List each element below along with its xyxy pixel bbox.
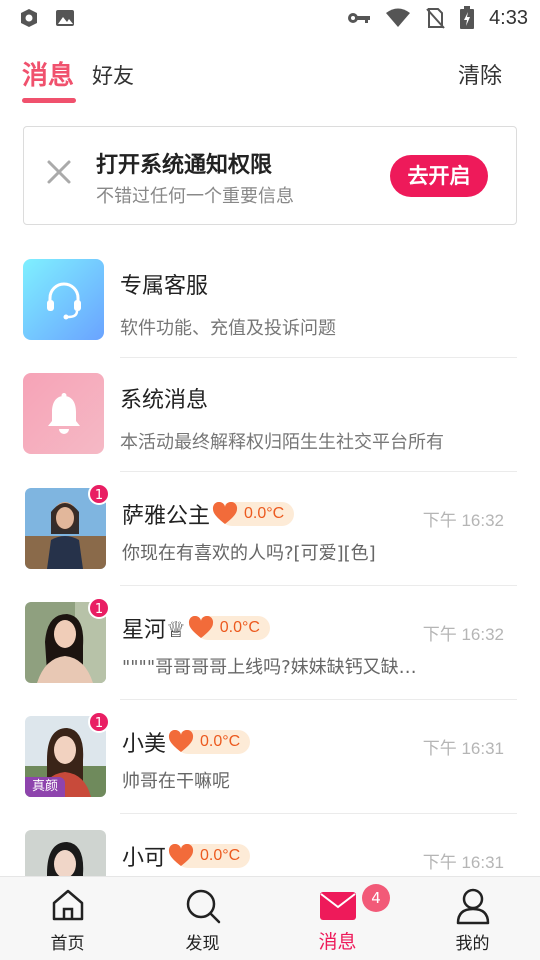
item-title: 系统消息 bbox=[120, 388, 209, 413]
message-list: 专属客服 软件功能、充值及投诉问题 系统消息 本活动最终解释权归陌生生社交平台所… bbox=[0, 244, 540, 928]
nav-discover-label: 发现 bbox=[185, 934, 220, 954]
clear-button[interactable]: 清除 bbox=[458, 58, 502, 90]
item-subtitle: 软件功能、充值及投诉问题 bbox=[120, 318, 336, 339]
top-tabs: 消息 好友 清除 bbox=[0, 50, 540, 106]
conversation-item[interactable]: 1 星河♕ 0.0°C 下午 16:32 """"哥哥哥哥上线吗?妹妹缺钙又缺… bbox=[0, 586, 540, 700]
home-icon bbox=[52, 889, 83, 921]
nav-mine[interactable]: 我的 bbox=[405, 877, 540, 960]
item-subtitle: 本活动最终解释权归陌生生社交平台所有 bbox=[120, 432, 444, 453]
unread-badge: 1 bbox=[88, 483, 110, 505]
contact-name: 小可 bbox=[122, 846, 167, 871]
tab-friends[interactable]: 好友 bbox=[92, 60, 134, 90]
message-preview: 你现在有喜欢的人吗?[可爱][色] bbox=[122, 543, 376, 564]
app-notification-icon bbox=[21, 9, 37, 27]
customer-service-tile bbox=[23, 259, 104, 340]
temperature-value: 0.0°C bbox=[200, 733, 241, 750]
close-icon[interactable] bbox=[44, 157, 74, 187]
intimacy-temperature: 0.0°C bbox=[188, 616, 270, 640]
intimacy-temperature: 0.0°C bbox=[169, 730, 251, 754]
message-preview: 帅哥在干嘛呢 bbox=[122, 771, 230, 792]
conversation-item[interactable]: 1 萨雅公主 0.0°C 下午 16:32 你现在有喜欢的人吗?[可爱][色] bbox=[0, 472, 540, 586]
clock: 4:33 bbox=[489, 6, 528, 29]
contact-name: 星河♕ bbox=[122, 618, 186, 643]
wifi-icon bbox=[386, 8, 411, 27]
notification-permission-banner: 打开系统通知权限 不错过任何一个重要信息 去开启 bbox=[23, 126, 517, 225]
contact-name: 萨雅公主 bbox=[122, 504, 211, 529]
headset-icon bbox=[46, 282, 81, 319]
nav-mine-label: 我的 bbox=[455, 934, 490, 954]
no-sim-icon bbox=[426, 8, 445, 29]
message-time: 下午 16:32 bbox=[422, 511, 504, 530]
tab-messages[interactable]: 消息 bbox=[22, 55, 74, 92]
list-item-system-messages[interactable]: 系统消息 本活动最终解释权归陌生生社交平台所有 bbox=[0, 358, 540, 472]
search-icon bbox=[186, 889, 220, 924]
unread-badge: 1 bbox=[88, 597, 110, 619]
list-item-customer-service[interactable]: 专属客服 软件功能、充值及投诉问题 bbox=[0, 244, 540, 358]
intimacy-temperature: 0.0°C bbox=[169, 844, 251, 868]
nav-home[interactable]: 首页 bbox=[0, 877, 135, 960]
temperature-value: 0.0°C bbox=[244, 505, 285, 522]
heart-icon bbox=[213, 502, 238, 524]
mail-icon bbox=[319, 892, 356, 920]
message-time: 下午 16:31 bbox=[422, 853, 504, 872]
bell-icon bbox=[47, 392, 80, 434]
message-time: 下午 16:32 bbox=[422, 625, 504, 644]
heart-icon bbox=[169, 844, 194, 866]
temperature-value: 0.0°C bbox=[200, 847, 241, 864]
intimacy-temperature: 0.0°C bbox=[213, 502, 295, 526]
unread-badge: 1 bbox=[88, 711, 110, 733]
heart-icon bbox=[169, 730, 194, 752]
bottom-navigation: 首页 发现 消息 我的 bbox=[0, 876, 540, 960]
profile-icon bbox=[456, 888, 489, 925]
key-icon bbox=[348, 13, 371, 23]
message-time: 下午 16:31 bbox=[422, 739, 504, 758]
image-icon bbox=[56, 10, 74, 26]
temperature-value: 0.0°C bbox=[219, 619, 260, 636]
enable-notifications-button[interactable]: 去开启 bbox=[390, 155, 488, 197]
verified-face-tag: 真颜 bbox=[25, 777, 65, 797]
contact-name: 小美 bbox=[122, 732, 167, 757]
status-bar: 4:33 bbox=[0, 0, 540, 36]
banner-title: 打开系统通知权限 bbox=[96, 153, 273, 178]
item-title: 专属客服 bbox=[120, 274, 209, 299]
nav-messages-label: 消息 bbox=[318, 931, 357, 953]
message-preview: """"哥哥哥哥上线吗?妹妹缺钙又缺… bbox=[122, 657, 417, 678]
system-messages-tile bbox=[23, 373, 104, 454]
nav-discover[interactable]: 发现 bbox=[135, 877, 270, 960]
battery-charging-icon bbox=[460, 6, 475, 29]
messages-unread-badge: 4 bbox=[362, 884, 390, 912]
conversation-item[interactable]: 真颜 1 小美 0.0°C 下午 16:31 帅哥在干嘛呢 bbox=[0, 700, 540, 814]
banner-subtitle: 不错过任何一个重要信息 bbox=[96, 186, 294, 207]
nav-home-label: 首页 bbox=[50, 934, 85, 954]
active-tab-indicator bbox=[22, 98, 76, 103]
heart-icon bbox=[188, 616, 213, 638]
